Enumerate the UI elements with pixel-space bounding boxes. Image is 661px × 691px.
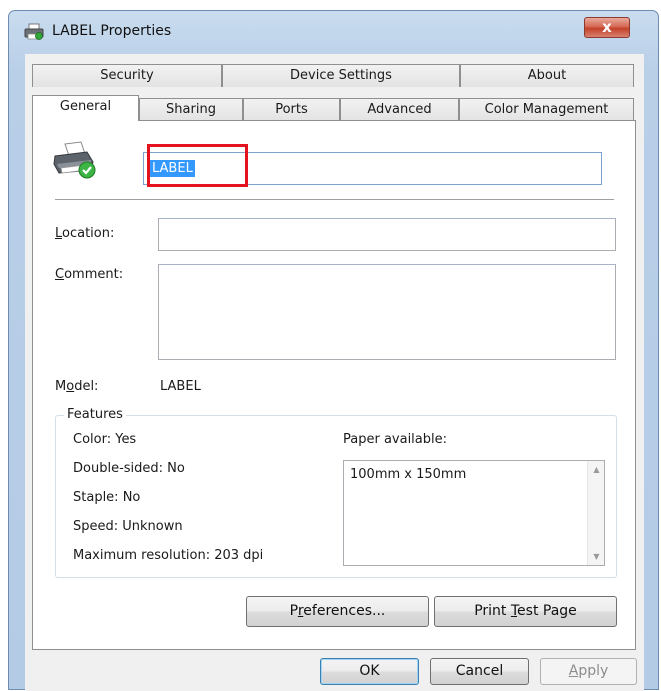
location-input[interactable]: [158, 218, 616, 251]
tab-security[interactable]: Security: [32, 64, 222, 87]
tab-security-label: Security: [100, 68, 154, 83]
highlight-box: [147, 144, 248, 187]
tab-sharing-label: Sharing: [166, 102, 216, 117]
ok-button[interactable]: OK: [320, 658, 419, 685]
window-title: LABEL Properties: [52, 23, 172, 39]
features-legend: Features: [64, 407, 126, 422]
location-label: Location:: [55, 226, 115, 241]
tab-color-management-label: Color Management: [484, 102, 609, 117]
apply-button[interactable]: Apply: [540, 658, 637, 685]
tab-general[interactable]: General: [32, 95, 139, 121]
printer-icon: [24, 23, 44, 40]
close-icon: x: [602, 18, 612, 36]
tab-general-label: General: [59, 99, 112, 114]
dialog-client-area: Security Device Settings About General S…: [25, 54, 644, 691]
scroll-up-icon[interactable]: ▲: [588, 461, 605, 478]
paper-available-label: Paper available:: [343, 432, 448, 447]
feature-staple: Staple: No: [73, 490, 141, 505]
paper-available-list[interactable]: 100mm x 150mm ▲ ▼: [343, 460, 605, 566]
feature-speed: Speed: Unknown: [73, 519, 183, 534]
divider: [55, 199, 614, 200]
tab-advanced-label: Advanced: [367, 102, 432, 117]
paper-list-scrollbar[interactable]: ▲ ▼: [587, 461, 604, 565]
cancel-button[interactable]: Cancel: [430, 658, 529, 685]
preferences-button[interactable]: Preferences...: [246, 596, 429, 627]
general-tab-panel: LABEL Location: Comment: Model: LABEL Fe…: [32, 120, 636, 650]
tab-ports[interactable]: Ports: [243, 98, 340, 121]
print-test-page-button[interactable]: Print Test Page: [434, 596, 617, 627]
feature-double-sided: Double-sided: No: [73, 461, 185, 476]
tab-device-settings[interactable]: Device Settings: [222, 64, 460, 87]
tab-color-management[interactable]: Color Management: [459, 98, 634, 121]
scroll-down-icon[interactable]: ▼: [588, 548, 605, 565]
ok-label: OK: [359, 663, 380, 679]
tab-about[interactable]: About: [460, 64, 634, 87]
tab-ports-label: Ports: [275, 102, 308, 117]
feature-color: Color: Yes: [73, 432, 137, 447]
tab-sharing[interactable]: Sharing: [139, 98, 243, 121]
tab-advanced[interactable]: Advanced: [340, 98, 459, 121]
close-button[interactable]: x: [584, 17, 630, 38]
model-value: LABEL: [160, 379, 201, 394]
model-label: Model:: [55, 379, 99, 394]
features-group: Features Color: Yes Double-sided: No Sta…: [55, 407, 617, 578]
tab-about-label: About: [527, 68, 567, 83]
comment-textarea[interactable]: [158, 264, 616, 360]
cancel-label: Cancel: [455, 663, 504, 679]
comment-label: Comment:: [55, 267, 124, 282]
feature-max-resolution: Maximum resolution: 203 dpi: [73, 548, 264, 563]
paper-list-item[interactable]: 100mm x 150mm: [350, 467, 466, 482]
tab-device-settings-label: Device Settings: [290, 68, 392, 83]
printer-check-icon: [53, 141, 96, 179]
properties-window: LABEL Properties x Security Device Setti…: [8, 10, 659, 691]
